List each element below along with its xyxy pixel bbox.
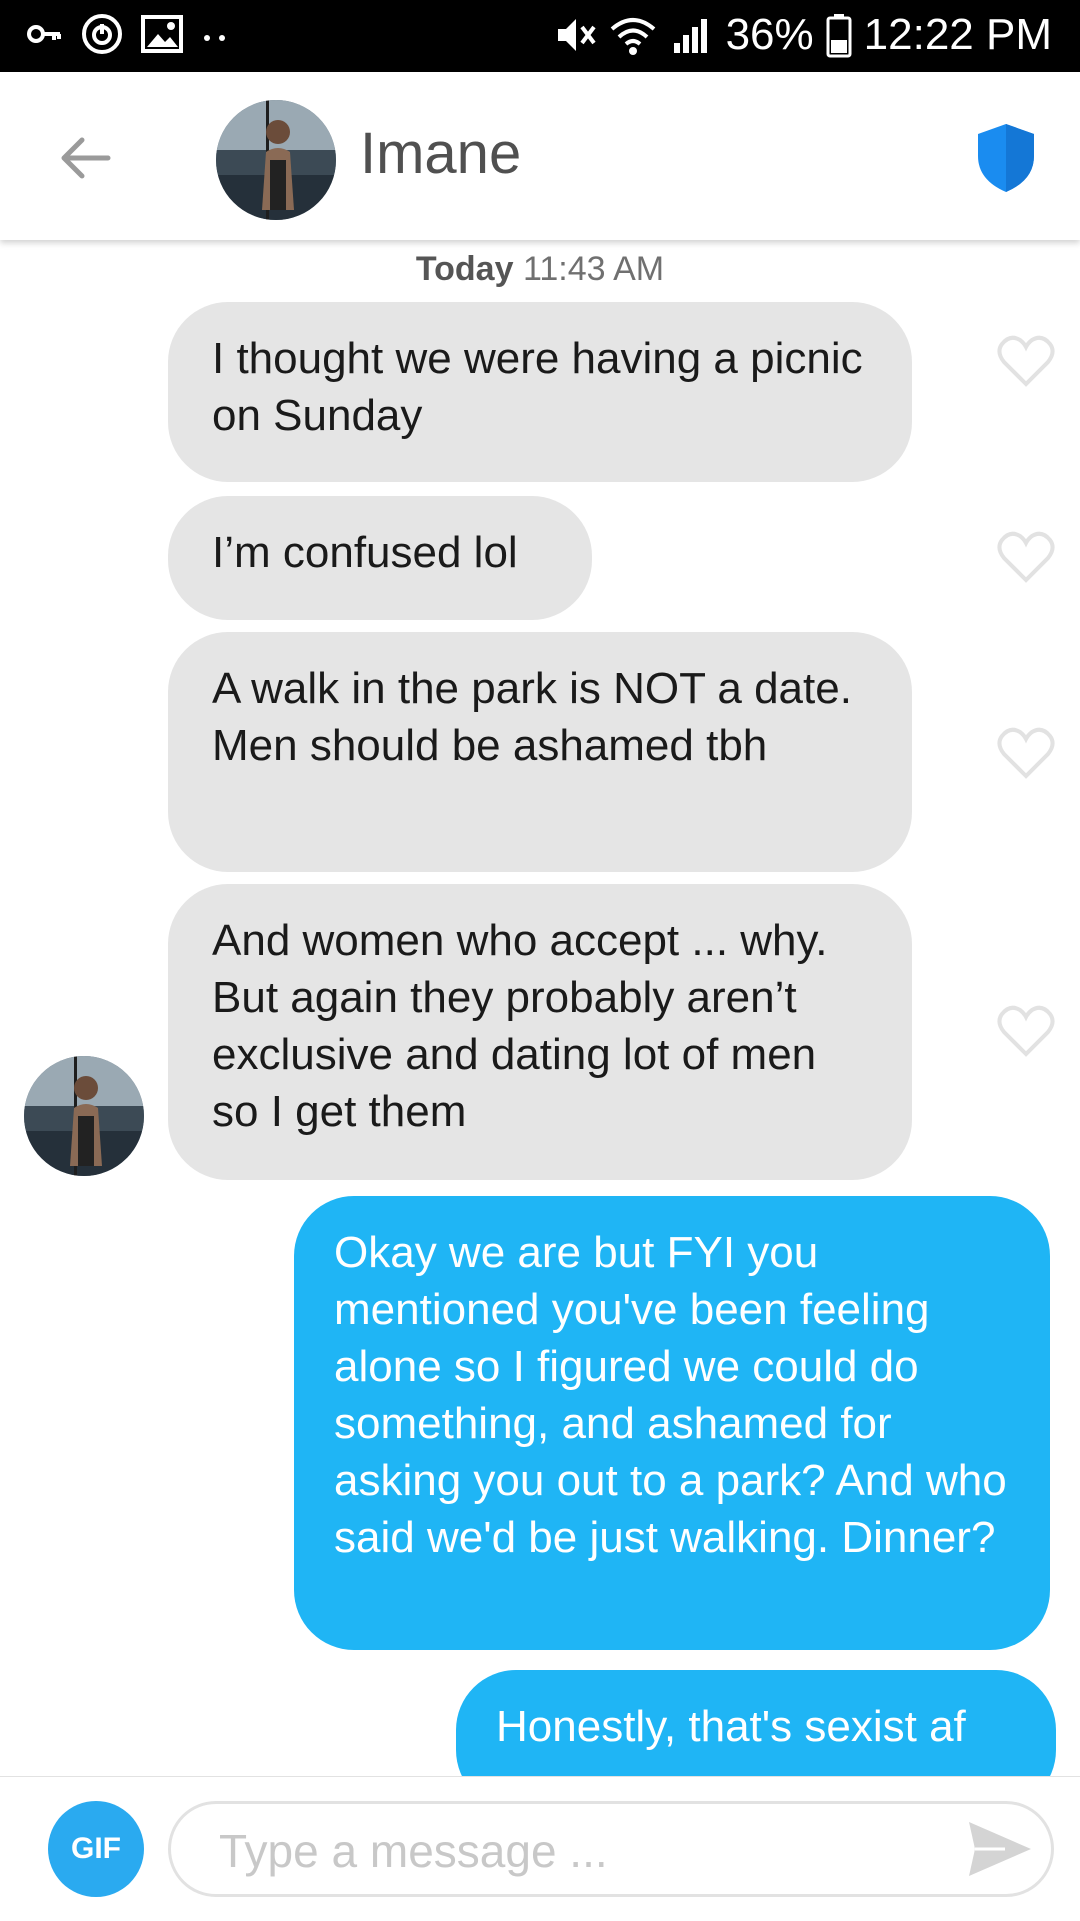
key-icon: [27, 25, 61, 43]
date-day: Today: [415, 250, 514, 288]
back-arrow-icon[interactable]: [54, 128, 114, 188]
outgoing-message[interactable]: Okay we are but FYI you mentioned you've…: [294, 1196, 1050, 1650]
signal-icon: [673, 19, 707, 53]
date-time: 11:43 AM: [522, 250, 665, 288]
incoming-message[interactable]: And women who accept ... why. But again …: [168, 884, 912, 1180]
sender-avatar[interactable]: [24, 1056, 144, 1176]
status-left-icons: [24, 12, 230, 56]
send-icon[interactable]: [965, 1818, 1035, 1880]
contact-name[interactable]: Imane: [360, 120, 521, 187]
heart-icon[interactable]: [996, 334, 1056, 388]
date-separator: Today 11:43 AM: [0, 250, 1080, 289]
battery-percent: 36%: [725, 10, 814, 59]
composer: GIF Type a message ...: [0, 1776, 1080, 1921]
incoming-message[interactable]: A walk in the park is NOT a date. Men sh…: [168, 632, 912, 872]
status-right: 36% 12:22 PM: [552, 10, 1052, 60]
status-bar: 36% 12:22 PM: [0, 0, 1080, 72]
chat-header: Imane: [0, 72, 1080, 240]
message-placeholder: Type a message ...: [219, 1825, 608, 1877]
gif-button[interactable]: GIF: [48, 1801, 144, 1897]
message-input[interactable]: Type a message ...: [168, 1801, 1054, 1897]
message-list[interactable]: Today 11:43 AM I thought we were having …: [0, 240, 1080, 1776]
image-icon: [141, 15, 183, 53]
clock: 12:22 PM: [863, 10, 1052, 59]
incoming-message[interactable]: I thought we were having a picnic on Sun…: [168, 302, 912, 482]
heart-icon[interactable]: [996, 530, 1056, 584]
heart-icon[interactable]: [996, 726, 1056, 780]
battery-icon: [826, 14, 852, 58]
incoming-message[interactable]: I’m confused lol: [168, 496, 592, 620]
heart-icon[interactable]: [996, 1004, 1056, 1058]
wifi-icon: [610, 18, 655, 55]
power-icon: [82, 14, 122, 54]
mute-icon: [557, 19, 596, 51]
outgoing-message[interactable]: Honestly, that's sexist af: [456, 1670, 1056, 1776]
contact-avatar[interactable]: [216, 100, 336, 220]
shield-icon[interactable]: [974, 122, 1038, 194]
dots-icon: [204, 35, 225, 41]
